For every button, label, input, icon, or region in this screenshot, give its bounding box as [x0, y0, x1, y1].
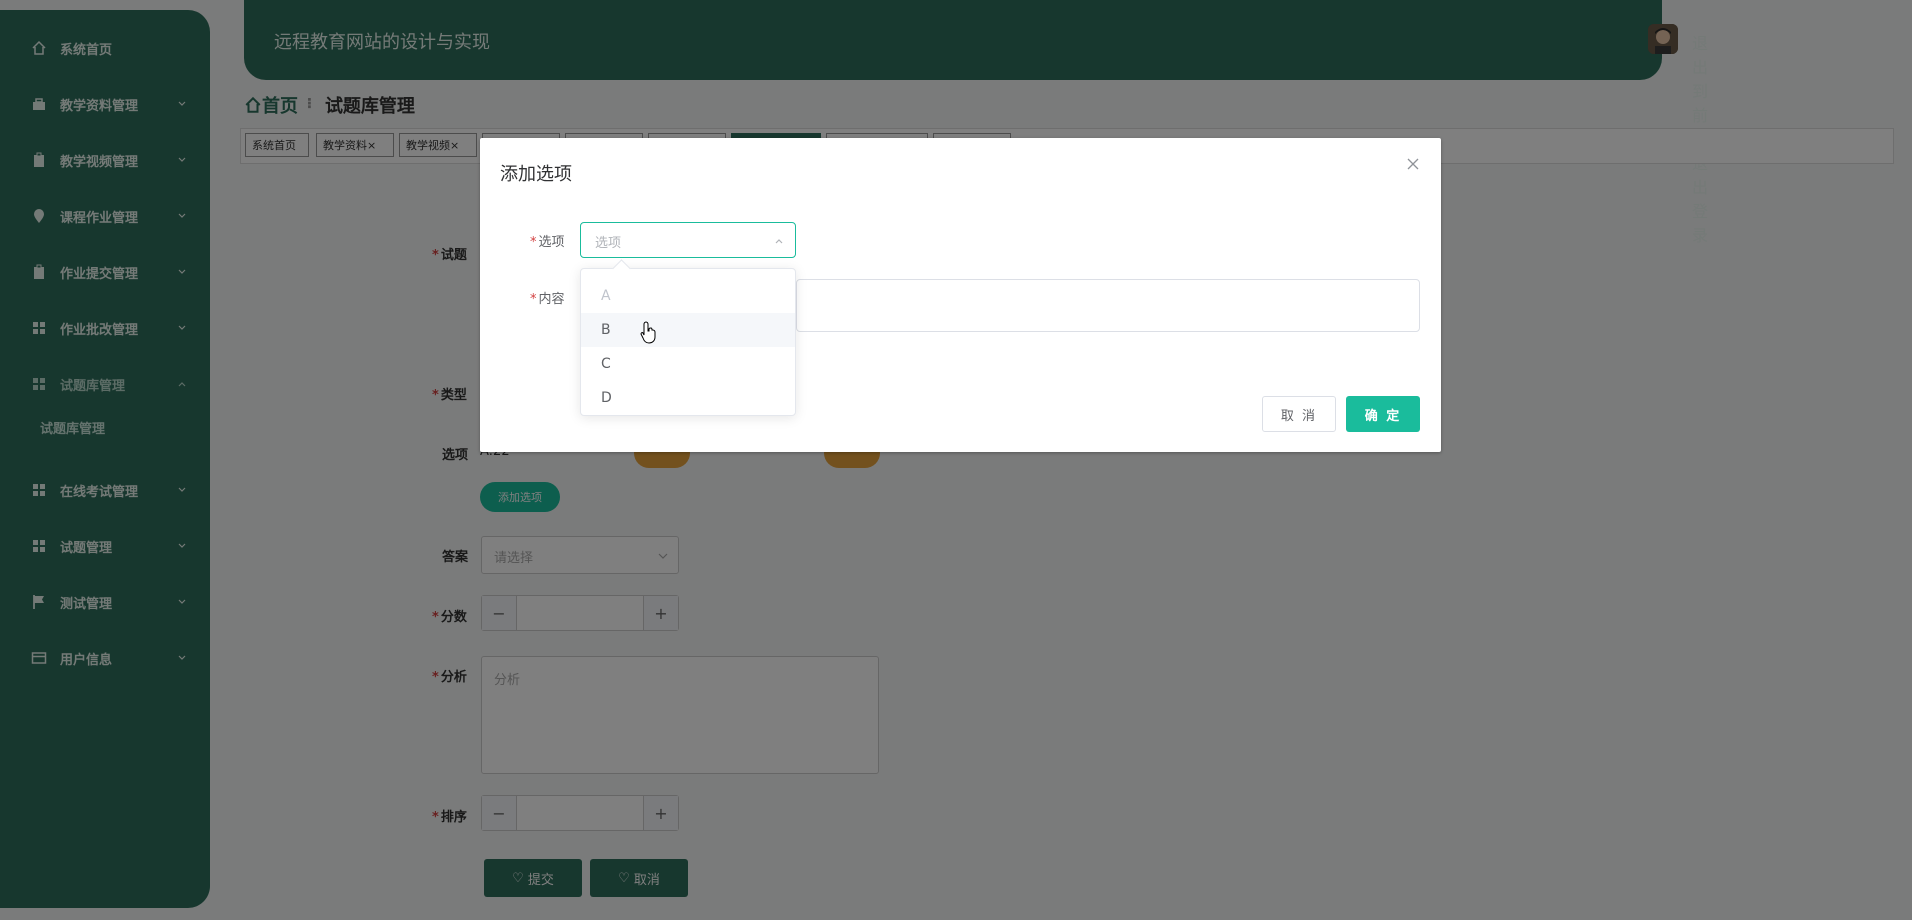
option-dropdown: A B C D: [580, 259, 796, 416]
content-field-label: * 内容: [530, 292, 565, 307]
dialog-cancel-button[interactable]: 取 消: [1262, 396, 1336, 432]
dropdown-option-d[interactable]: D: [581, 381, 795, 415]
dropdown-option-b[interactable]: B: [581, 313, 795, 347]
chevron-up-icon: [775, 239, 783, 244]
dialog-confirm-button[interactable]: 确 定: [1346, 396, 1420, 432]
content-textarea[interactable]: [796, 279, 1420, 332]
option-placeholder: 选项: [595, 236, 622, 251]
option-field-label: * 选项: [530, 235, 565, 250]
option-select[interactable]: 选项: [580, 222, 796, 258]
dialog-title: 添加选项: [500, 164, 572, 185]
close-icon[interactable]: [1405, 156, 1421, 172]
hand-cursor-icon: [640, 321, 656, 344]
dropdown-option-c[interactable]: C: [581, 347, 795, 381]
dropdown-option-a: A: [601, 288, 611, 304]
